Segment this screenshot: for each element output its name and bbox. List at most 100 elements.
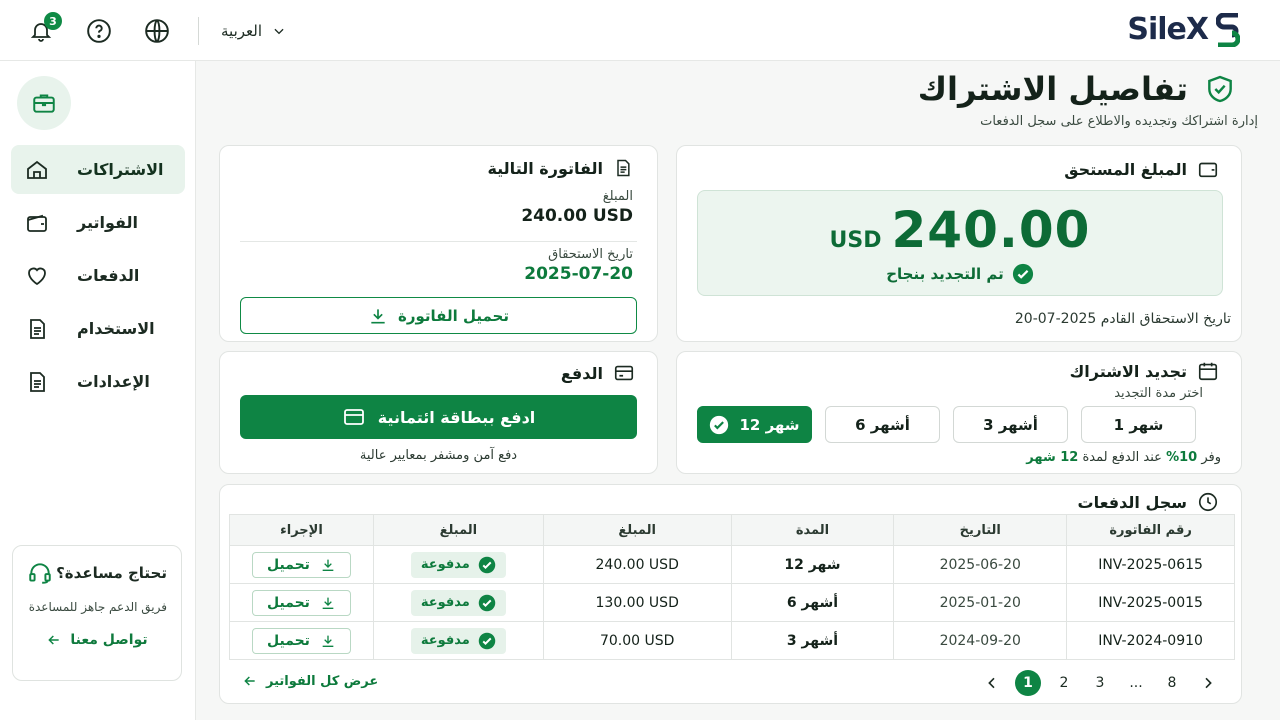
arrow-left-icon bbox=[48, 635, 60, 645]
sidebar: الاشتراكات الفواتير الدفعات الاستخدام ال… bbox=[0, 61, 196, 720]
check-circle-icon bbox=[478, 594, 496, 611]
savings-percent: 10% bbox=[1166, 450, 1198, 465]
column-header: المدة bbox=[730, 514, 895, 546]
arrow-left-icon bbox=[244, 676, 255, 686]
due-date-label: تاريخ الاستحقاق bbox=[548, 247, 633, 262]
notifications-button[interactable]: 3 bbox=[24, 12, 62, 48]
download-icon bbox=[322, 559, 334, 571]
download-icon bbox=[371, 308, 385, 323]
table-header-row: الإجراء المبلغ المبلغ المدة التاريخ رقم … bbox=[229, 514, 1235, 546]
sidebar-item-label: الإعدادات bbox=[77, 372, 150, 391]
check-circle-icon bbox=[478, 632, 496, 649]
amount-cell: 130.00 USD bbox=[542, 583, 732, 622]
renewal-option-label: 12 شهر bbox=[739, 415, 800, 434]
savings-prefix: وفر bbox=[1201, 450, 1221, 465]
check-circle-icon bbox=[710, 415, 729, 434]
view-all-invoices-link[interactable]: عرض كل الفواتير bbox=[242, 673, 378, 689]
headset-icon bbox=[29, 563, 51, 584]
page-button-8[interactable]: 8 bbox=[1159, 670, 1185, 696]
globe-button[interactable] bbox=[140, 14, 174, 48]
download-row-button[interactable]: تحميل bbox=[251, 551, 351, 578]
status-badge: مدفوعة bbox=[410, 589, 506, 616]
date-cell: 2025-01-20 bbox=[893, 583, 1068, 622]
page-button-3[interactable]: 3 bbox=[1087, 670, 1113, 696]
sidebar-item-label: الفواتير bbox=[77, 213, 139, 232]
sidebar-item-label: الاشتراكات bbox=[77, 160, 164, 179]
amount-value: 240.00 bbox=[891, 201, 1091, 259]
download-row-button[interactable]: تحميل bbox=[251, 627, 351, 654]
renewal-option-12-months[interactable]: 12 شهر bbox=[697, 406, 812, 443]
wallet-icon bbox=[27, 214, 47, 232]
sidebar-item-subscriptions[interactable]: الاشتراكات bbox=[11, 145, 185, 194]
renewal-option-1-month[interactable]: 1 شهر bbox=[1081, 406, 1196, 443]
check-circle-icon bbox=[478, 556, 496, 573]
calendar-icon bbox=[1198, 362, 1218, 381]
pay-by-card-button[interactable]: ادفع ببطاقة ائتمانية bbox=[240, 395, 637, 439]
sidebar-item-label: الاستخدام bbox=[77, 319, 155, 338]
credit-card-icon bbox=[343, 409, 364, 425]
invoice-due-date: 2025-07-20 bbox=[524, 264, 633, 284]
view-all-label: عرض كل الفواتير bbox=[266, 673, 379, 689]
pagination: 1 2 3 ... 8 bbox=[979, 670, 1221, 696]
table-row: تحميل مدفوعة 70.00 USD 3 أشهر 2024-09-20… bbox=[229, 621, 1235, 660]
page-button-2[interactable]: 2 bbox=[1051, 670, 1077, 696]
next-due-date: تاريخ الاستحقاق القادم 2025-07-20 bbox=[1014, 311, 1231, 327]
page-button-1[interactable]: 1 bbox=[1015, 670, 1041, 696]
renewal-option-6-months[interactable]: 6 أشهر bbox=[825, 406, 940, 443]
status-label: مدفوعة bbox=[420, 557, 470, 572]
column-header: المبلغ bbox=[372, 514, 544, 546]
renewal-option-3-months[interactable]: 3 أشهر bbox=[953, 406, 1068, 443]
prev-page-button[interactable] bbox=[979, 670, 1005, 696]
sidebar-item-payments[interactable]: الدفعات bbox=[11, 251, 185, 300]
help-title: تحتاج مساعدة؟ bbox=[56, 564, 167, 582]
table-row: تحميل مدفوعة 130.00 USD 6 أشهر 2025-01-2… bbox=[229, 583, 1235, 622]
briefcase-button[interactable] bbox=[17, 76, 71, 130]
clock-icon bbox=[1198, 492, 1218, 512]
download-row-button[interactable]: تحميل bbox=[251, 589, 351, 616]
check-circle-icon bbox=[1012, 263, 1033, 285]
chevron-left-icon bbox=[988, 677, 995, 689]
page-subtitle: إدارة اشتراكك وتجديده والاطلاع على سجل ا… bbox=[980, 114, 1258, 129]
divider bbox=[198, 17, 199, 45]
page-ellipsis: ... bbox=[1129, 675, 1143, 691]
download-icon bbox=[322, 635, 334, 647]
savings-period: 12 شهر bbox=[1026, 450, 1079, 465]
contact-us-link[interactable]: تواصل معنا bbox=[27, 632, 167, 648]
table-row: تحميل مدفوعة 240.00 USD 12 شهر 2025-06-2… bbox=[229, 545, 1235, 584]
renewal-title: تجديد الاشتراك bbox=[1069, 361, 1187, 381]
date-cell: 2025-06-20 bbox=[893, 545, 1068, 584]
column-header: رقم الفاتورة bbox=[1066, 514, 1235, 546]
next-page-button[interactable] bbox=[1195, 670, 1221, 696]
brand-logo[interactable]: SileX bbox=[1127, 12, 1240, 47]
sidebar-item-invoices[interactable]: الفواتير bbox=[11, 198, 185, 247]
brand-name: SileX bbox=[1127, 12, 1209, 47]
credit-card-icon bbox=[614, 365, 634, 381]
help-subtitle: فريق الدعم جاهز للمساعدة bbox=[28, 600, 167, 614]
top-bar: 3 العربية SileX bbox=[0, 0, 1280, 61]
renewal-options: 12 شهر 6 أشهر 3 أشهر 1 شهر bbox=[697, 406, 1196, 443]
document-icon bbox=[30, 318, 45, 339]
help-icon bbox=[87, 19, 111, 43]
next-invoice-title: الفاتورة التالية bbox=[487, 158, 603, 178]
page-header: تفاصيل الاشتراك إدارة اشتراكك وتجديده وا… bbox=[918, 70, 1258, 129]
sidebar-item-usage[interactable]: الاستخدام bbox=[11, 304, 185, 353]
language-label: العربية bbox=[221, 22, 262, 40]
column-header: التاريخ bbox=[893, 514, 1068, 546]
heart-icon bbox=[28, 267, 46, 285]
language-selector[interactable]: العربية bbox=[221, 22, 286, 40]
column-header: المبلغ bbox=[542, 514, 732, 546]
globe-icon bbox=[145, 19, 169, 43]
amount-label: المبلغ bbox=[602, 189, 633, 204]
download-invoice-label: تحميل الفاتورة bbox=[398, 306, 509, 325]
renewal-status: تم التجديد بنجاح bbox=[698, 263, 1222, 285]
payment-history-table: الإجراء المبلغ المبلغ المدة التاريخ رقم … bbox=[229, 514, 1235, 660]
status-label: مدفوعة bbox=[420, 633, 470, 648]
sidebar-item-label: الدفعات bbox=[77, 266, 140, 285]
payment-history-title: سجل الدفعات bbox=[1077, 492, 1187, 512]
download-label: تحميل bbox=[266, 594, 310, 611]
help-button[interactable] bbox=[82, 14, 116, 48]
sidebar-item-settings[interactable]: الإعدادات bbox=[11, 357, 185, 406]
download-label: تحميل bbox=[266, 632, 310, 649]
download-invoice-button[interactable]: تحميل الفاتورة bbox=[240, 297, 637, 334]
payment-title: الدفع bbox=[560, 363, 603, 383]
